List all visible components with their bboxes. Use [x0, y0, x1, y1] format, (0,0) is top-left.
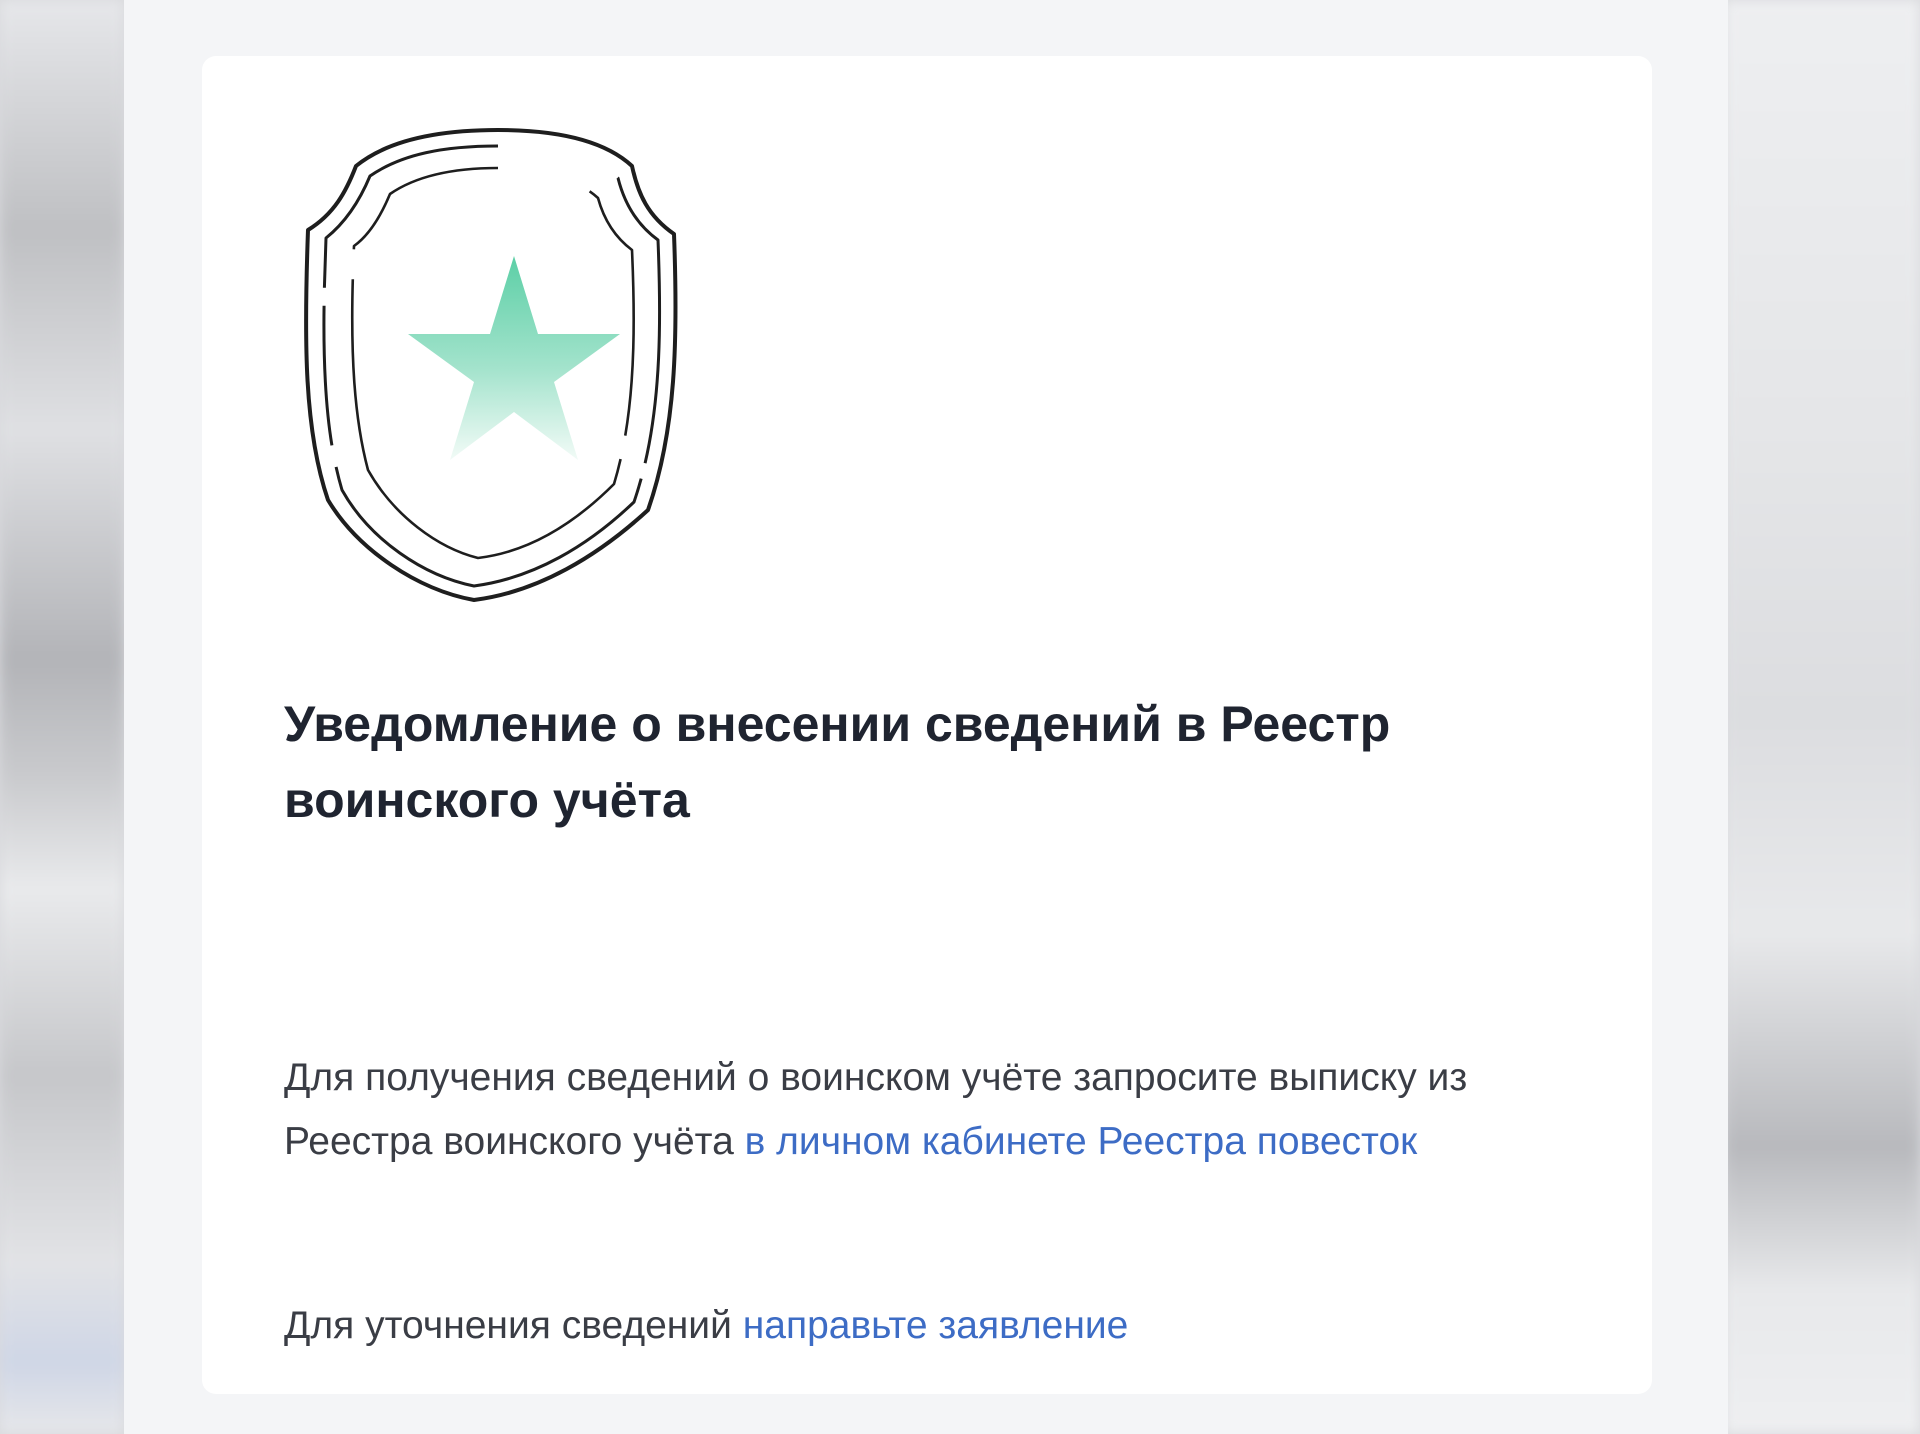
clarification-text: Для уточнения сведений [284, 1304, 743, 1347]
submit-application-link[interactable]: направьте заявление [743, 1304, 1129, 1347]
shield-star-icon [304, 128, 678, 602]
background-right [1724, 0, 1920, 1434]
notice-card: Уведомление о внесении сведений в Реестр… [202, 56, 1652, 1394]
page-frame: Уведомление о внесении сведений в Реестр… [124, 0, 1728, 1434]
personal-account-link[interactable]: в личном кабинете Реестра повесток [745, 1120, 1418, 1163]
clarification-paragraph: Для уточнения сведений направьте заявлен… [284, 1294, 1584, 1358]
background-left [0, 0, 124, 1434]
notice-title: Уведомление о внесении сведений в Реестр… [284, 696, 1391, 828]
instruction-paragraph: Для получения сведений о воинском учёте … [284, 1046, 1584, 1174]
